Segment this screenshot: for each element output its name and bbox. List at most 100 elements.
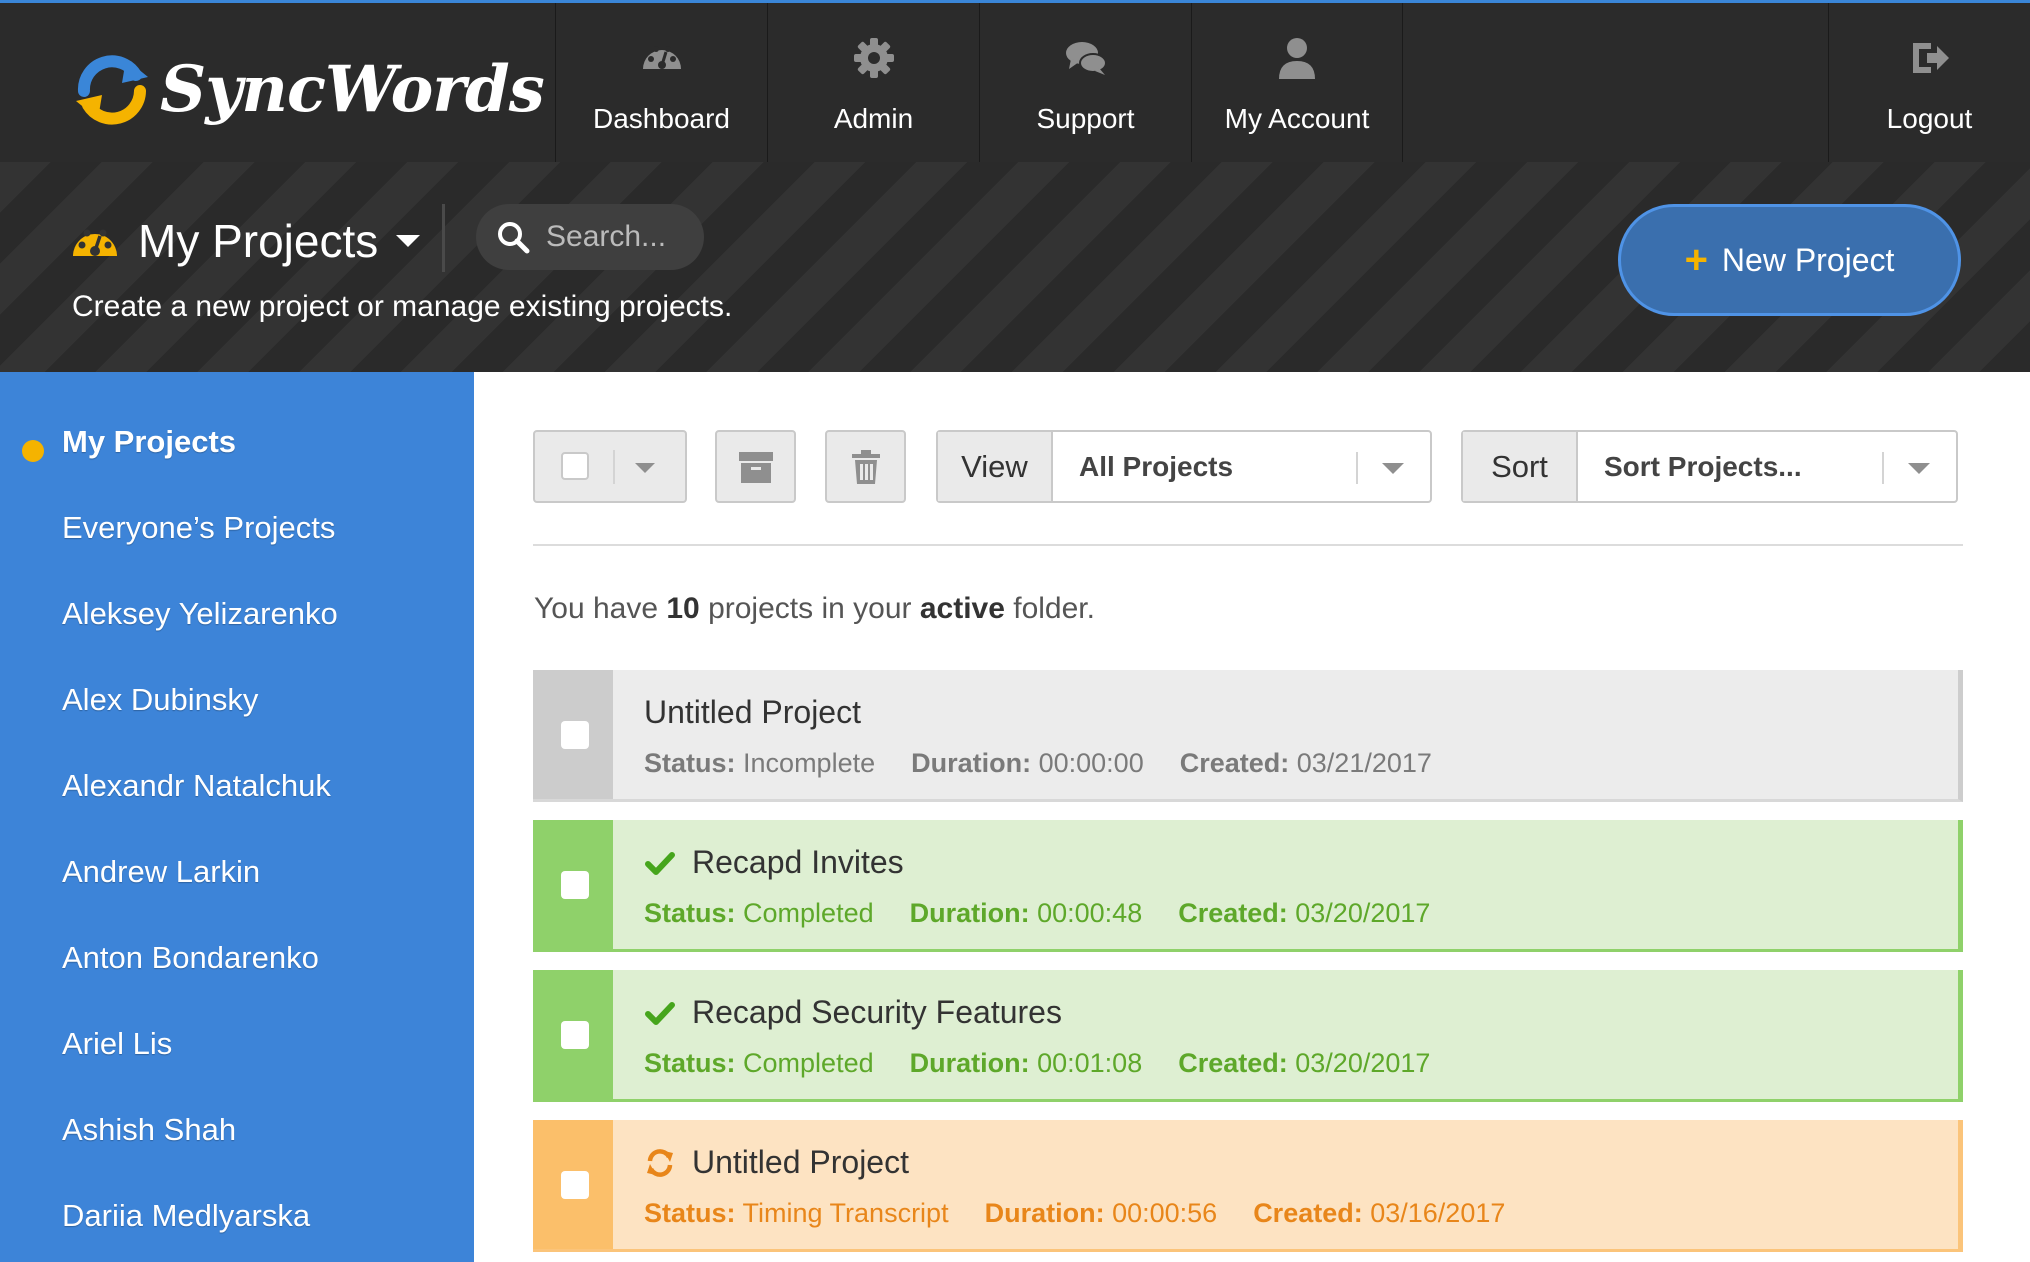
archive-icon bbox=[738, 451, 773, 483]
sidebar-item-user[interactable]: Aleksey Yelizarenko bbox=[62, 596, 338, 632]
page-header: My Projects Create a new project or mana… bbox=[0, 162, 2030, 372]
duration-value: 00:00:00 bbox=[1038, 748, 1144, 778]
project-row[interactable]: Untitled Project Status: Timing Transcri… bbox=[533, 1120, 1963, 1252]
created-value: 03/20/2017 bbox=[1295, 1048, 1431, 1078]
project-meta: Status: Incomplete Duration: 00:00:00 Cr… bbox=[644, 748, 1468, 779]
nav-support-label: Support bbox=[1036, 103, 1135, 134]
search-input[interactable] bbox=[546, 220, 676, 254]
view-select-divider bbox=[1356, 452, 1358, 484]
nav-admin-label: Admin bbox=[833, 103, 914, 134]
project-name-text: Recapd Invites bbox=[692, 844, 904, 880]
status-key: Status: bbox=[644, 1198, 736, 1228]
duration-key: Duration: bbox=[909, 1048, 1030, 1078]
status-value: Timing Transcript bbox=[742, 1198, 949, 1228]
project-folder-dropdown[interactable]: My Projects bbox=[70, 214, 421, 268]
chevron-down-icon bbox=[1908, 463, 1930, 474]
created-key: Created: bbox=[1178, 1048, 1288, 1078]
toolbar-divider bbox=[533, 544, 1963, 546]
duration-key: Duration: bbox=[911, 748, 1032, 778]
project-name[interactable]: Untitled Project bbox=[644, 1144, 909, 1181]
header-divider bbox=[442, 204, 445, 272]
new-project-button[interactable]: + New Project bbox=[1618, 204, 1961, 316]
new-project-label: New Project bbox=[1721, 241, 1895, 278]
duration-value: 00:00:48 bbox=[1037, 898, 1143, 928]
nav-dashboard[interactable]: Dashboard bbox=[555, 3, 767, 162]
sidebar-item-user[interactable]: Andrew Larkin bbox=[62, 854, 260, 890]
sort-select[interactable]: Sort Projects... bbox=[1578, 432, 1956, 501]
sidebar-item-my-projects[interactable]: My Projects bbox=[62, 424, 236, 460]
created-key: Created: bbox=[1253, 1198, 1363, 1228]
project-name[interactable]: Untitled Project bbox=[644, 694, 861, 731]
chevron-down-icon bbox=[1382, 463, 1404, 474]
sidebar-item-user[interactable]: Dariia Medlyarska bbox=[62, 1198, 310, 1234]
syncwords-logo-icon bbox=[76, 55, 148, 125]
view-select[interactable]: All Projects bbox=[1053, 432, 1430, 501]
created-value: 03/20/2017 bbox=[1295, 898, 1431, 928]
top-navigation-bar: SyncWords Dashboard Admin Support My Acc… bbox=[0, 0, 2030, 162]
bulk-select-dropdown[interactable] bbox=[533, 430, 687, 503]
archive-button[interactable] bbox=[715, 430, 796, 503]
page-title: My Projects bbox=[138, 215, 379, 267]
nav-logout[interactable]: Logout bbox=[1828, 3, 2030, 162]
nav-admin[interactable]: Admin bbox=[767, 3, 979, 162]
sidebar-item-everyones-projects[interactable]: Everyone’s Projects bbox=[62, 510, 335, 546]
status-value: Incomplete bbox=[743, 748, 876, 778]
row-checkbox[interactable] bbox=[561, 721, 589, 749]
project-name[interactable]: Recapd Invites bbox=[644, 844, 904, 881]
project-count: 10 bbox=[666, 592, 700, 625]
gear-icon bbox=[853, 38, 894, 78]
status-value: Completed bbox=[743, 1048, 874, 1078]
search-box[interactable] bbox=[476, 204, 704, 270]
page-subtitle: Create a new project or manage existing … bbox=[72, 290, 733, 323]
summary-suffix: folder. bbox=[1004, 592, 1095, 625]
chevron-down-icon bbox=[396, 235, 421, 247]
delete-button[interactable] bbox=[825, 430, 906, 503]
sidebar-item-user[interactable]: Ashish Shah bbox=[62, 1112, 236, 1148]
refresh-icon bbox=[647, 1148, 673, 1177]
active-indicator-dot bbox=[22, 440, 44, 462]
sidebar-item-user[interactable]: Alexandr Natalchuk bbox=[62, 768, 331, 804]
summary-middle: projects in your bbox=[699, 592, 920, 625]
nav-my-account[interactable]: My Account bbox=[1191, 3, 1403, 162]
project-count-summary: You have 10 projects in your active fold… bbox=[534, 592, 1095, 626]
sidebar-item-user[interactable]: Anton Bondarenko bbox=[62, 940, 319, 976]
project-name[interactable]: Recapd Security Features bbox=[644, 994, 1062, 1031]
row-checkbox[interactable] bbox=[561, 871, 589, 899]
project-name-text: Untitled Project bbox=[644, 694, 861, 730]
created-key: Created: bbox=[1178, 898, 1288, 928]
project-meta: Status: Timing Transcript Duration: 00:0… bbox=[644, 1198, 1541, 1229]
project-meta: Status: Completed Duration: 00:00:48 Cre… bbox=[644, 898, 1466, 929]
dashboard-gauge-icon bbox=[642, 46, 681, 69]
chat-bubbles-icon bbox=[1065, 42, 1107, 75]
project-meta: Status: Completed Duration: 00:01:08 Cre… bbox=[644, 1048, 1466, 1079]
created-key: Created: bbox=[1179, 748, 1290, 778]
project-row[interactable]: Recapd Invites Status: Completed Duratio… bbox=[533, 820, 1963, 952]
duration-value: 00:00:56 bbox=[1112, 1198, 1218, 1228]
select-all-checkbox[interactable] bbox=[561, 452, 589, 480]
sidebar-item-user[interactable]: Alex Dubinsky bbox=[62, 682, 258, 718]
status-key: Status: bbox=[644, 898, 736, 928]
created-value: 03/21/2017 bbox=[1296, 748, 1432, 778]
plus-icon: + bbox=[1684, 237, 1708, 282]
sort-select-divider bbox=[1882, 452, 1884, 484]
project-row[interactable]: Recapd Security Features Status: Complet… bbox=[533, 970, 1963, 1102]
chevron-down-icon[interactable] bbox=[635, 463, 655, 473]
view-filter: View All Projects bbox=[936, 430, 1432, 503]
nav-support[interactable]: Support bbox=[979, 3, 1191, 162]
created-value: 03/16/2017 bbox=[1370, 1198, 1506, 1228]
duration-value: 00:01:08 bbox=[1037, 1048, 1143, 1078]
sort-selected-value: Sort Projects... bbox=[1604, 450, 1802, 482]
nav-logout-label: Logout bbox=[1886, 103, 1973, 134]
brand-logo[interactable]: SyncWords bbox=[70, 39, 545, 139]
duration-key: Duration: bbox=[984, 1198, 1105, 1228]
row-checkbox[interactable] bbox=[561, 1021, 589, 1049]
row-checkbox[interactable] bbox=[561, 1171, 589, 1199]
logout-icon bbox=[1912, 43, 1949, 73]
project-name-text: Recapd Security Features bbox=[692, 994, 1062, 1030]
status-key: Status: bbox=[644, 1048, 736, 1078]
user-icon bbox=[1279, 38, 1315, 79]
dashboard-gauge-icon bbox=[73, 229, 117, 256]
sidebar-item-user[interactable]: Ariel Lis bbox=[62, 1026, 172, 1062]
nav-dashboard-label: Dashboard bbox=[593, 103, 730, 134]
project-row[interactable]: Untitled Project Status: Incomplete Dura… bbox=[533, 670, 1963, 802]
